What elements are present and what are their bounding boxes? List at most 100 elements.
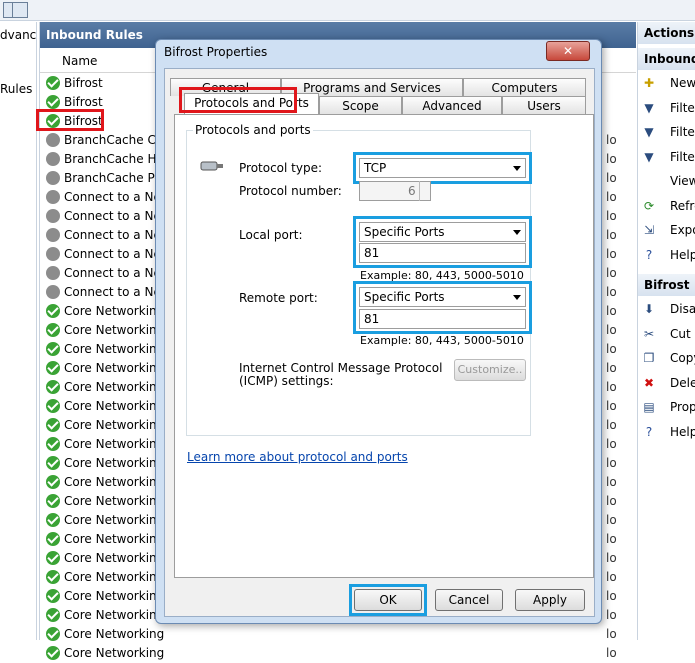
action-item[interactable]: ? Help [642, 244, 695, 266]
action-item[interactable]: ❐ Copy [642, 347, 695, 369]
filter-icon: ▼ [644, 125, 654, 139]
tab-advanced[interactable]: Advanced [402, 96, 502, 114]
enabled-check-icon [46, 494, 60, 508]
action-item[interactable]: ⇲ Expo [642, 219, 695, 241]
action-label: Filter [670, 149, 695, 164]
rule-name: BranchCache Pee [64, 171, 170, 185]
rule-column-text: lo [606, 513, 617, 527]
properties-icon: ▤ [643, 400, 655, 414]
action-item[interactable]: ✂ Cut [642, 323, 695, 345]
action-item[interactable]: ✚ New [642, 72, 695, 94]
filter-icon: ▼ [644, 149, 654, 164]
rule-column-text: lo [606, 190, 617, 204]
close-button[interactable]: ✕ [546, 41, 590, 61]
rule-name: Core Networking [64, 627, 165, 641]
action-label: Cut [670, 326, 691, 341]
active-tab-highlight [179, 87, 297, 113]
protocol-type-label: Protocol type: [239, 161, 323, 175]
help-icon: ? [645, 247, 653, 262]
enabled-check-icon [46, 304, 60, 318]
rule-column-text: lo [606, 152, 617, 166]
action-label: Prop [670, 400, 695, 414]
tree-item[interactable]: Rules [0, 82, 32, 96]
rule-name: Bifrost [64, 76, 103, 90]
ok-highlight [349, 584, 427, 616]
cut-icon: ✂ [643, 326, 655, 341]
action-label: Refre [670, 198, 695, 213]
enabled-check-icon [46, 627, 60, 641]
rule-name: Core Networking [64, 551, 165, 565]
group-title: Protocols and ports [193, 123, 313, 137]
refresh-icon: ⟳ [643, 198, 655, 213]
navigation-tree: dvance Rules [0, 22, 37, 640]
action-item[interactable]: ▤ Prop [642, 396, 695, 418]
rule-column-text: lo [606, 456, 617, 470]
learn-more-link[interactable]: Learn more about protocol and ports [187, 450, 408, 464]
tab-users[interactable]: Users [502, 96, 586, 114]
actions-section-inbound[interactable]: Inbound R [638, 48, 695, 70]
actions-section-bifrost[interactable]: Bifrost [638, 274, 695, 296]
icmp-label: Internet Control Message Protocol [239, 361, 443, 375]
rule-name: Core Networking [64, 342, 165, 356]
action-item[interactable]: ✖ Delet [642, 372, 695, 394]
cancel-button[interactable]: Cancel [435, 589, 503, 611]
action-item[interactable]: ⬇ Disab [642, 298, 695, 320]
rule-name: Core Networking [64, 570, 165, 584]
rule-name: Core Networking [64, 380, 165, 394]
rule-column-text: lo [606, 475, 617, 489]
new-rule-icon: ✚ [643, 76, 655, 90]
disabled-rule-icon [46, 133, 60, 147]
rule-column-text: lo [606, 171, 617, 185]
enabled-check-icon [46, 456, 60, 470]
tab-computers[interactable]: Computers [463, 78, 586, 96]
action-item[interactable]: ▼ Filter [642, 121, 695, 143]
table-row[interactable]: Core Networking lo [43, 625, 633, 644]
action-item[interactable]: ▼ Filter [642, 97, 695, 119]
rule-column-text: lo [606, 228, 617, 242]
enabled-check-icon [46, 361, 60, 375]
action-item[interactable]: ▼ Filter [642, 146, 695, 168]
disabled-rule-icon [46, 152, 60, 166]
rule-name: Core Networking [64, 361, 165, 375]
action-item[interactable]: ⟳ Refre [642, 195, 695, 217]
copy-icon: ❐ [643, 351, 655, 365]
table-row[interactable]: Core Networking lo [43, 644, 633, 663]
disabled-rule-icon [46, 228, 60, 242]
rule-column-text: lo [606, 589, 617, 603]
rule-name: Core Networking [64, 323, 165, 337]
tab-panel: Protocols and ports Protocol type: TCP P… [174, 114, 594, 578]
rule-name: Core Networking [64, 437, 165, 451]
toolbar-icon[interactable] [12, 2, 28, 18]
rule-name: Core Networking [64, 418, 165, 432]
protocol-number-spinner [419, 181, 432, 201]
apply-button[interactable]: Apply [515, 589, 585, 611]
rule-column-text: lo [606, 380, 617, 394]
rule-name: Core Networking [64, 608, 165, 622]
rule-name: Core Networking [64, 304, 165, 318]
rule-name: Bifrost [64, 95, 103, 109]
action-item[interactable]: View [642, 170, 695, 192]
remote-port-example: Example: 80, 443, 5000-5010 [360, 334, 524, 347]
enabled-check-icon [46, 589, 60, 603]
rule-name: Core Networking [64, 513, 165, 527]
enabled-check-icon [46, 513, 60, 527]
rule-column-text: lo [606, 646, 617, 660]
rule-column-text: lo [606, 418, 617, 432]
tree-item[interactable]: dvance [0, 28, 36, 42]
tab-scope[interactable]: Scope [319, 96, 402, 114]
disabled-rule-icon [46, 247, 60, 261]
enabled-check-icon [46, 399, 60, 413]
action-label: Expo [670, 223, 695, 237]
protocol-number-label: Protocol number: [239, 184, 342, 198]
column-header-label: Name [62, 54, 98, 68]
action-label: View [670, 174, 695, 188]
rule-column-text: lo [606, 494, 617, 508]
rule-name: Core Networking [64, 399, 165, 413]
rule-name: Core Networking [64, 589, 165, 603]
rule-column-text: lo [606, 304, 617, 318]
rule-column-text: lo [606, 399, 617, 413]
action-item[interactable]: ? Help [642, 421, 695, 443]
rule-name: Core Networking [64, 494, 165, 508]
rule-column-text: lo [606, 209, 617, 223]
rule-column-text: lo [606, 551, 617, 565]
